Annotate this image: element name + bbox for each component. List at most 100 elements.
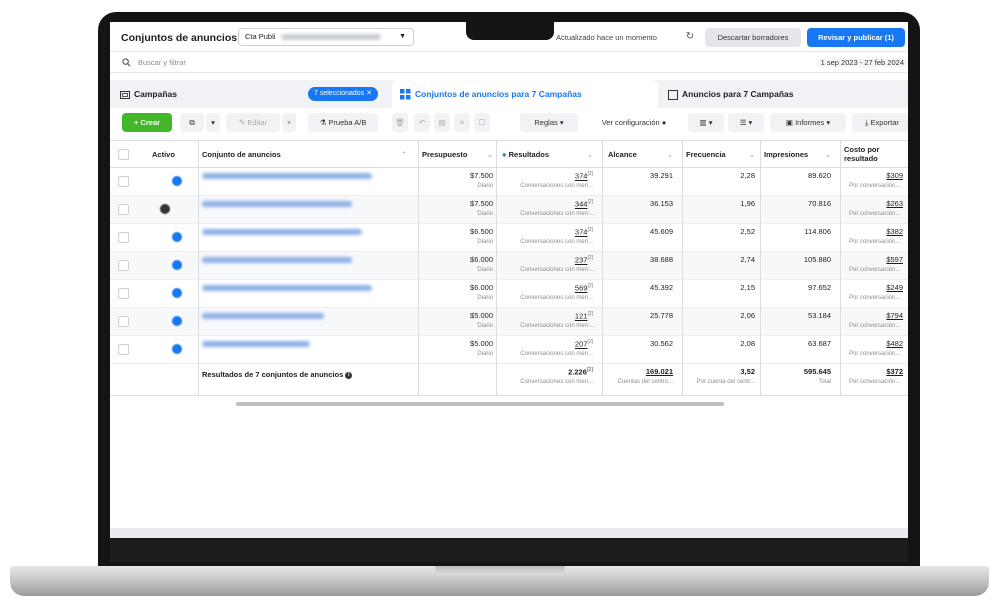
tab-adsets[interactable]: Conjuntos de anuncios para 7 Campañas xyxy=(392,80,658,108)
cost-value[interactable]: $263 xyxy=(886,199,903,208)
delete-icon[interactable]: 🗑 xyxy=(392,113,408,132)
breakdown-dropdown-icon[interactable]: ☰ ▾ xyxy=(728,113,764,132)
results-number[interactable]: 569 xyxy=(575,284,588,293)
row-checkbox[interactable] xyxy=(118,288,129,299)
tab-campaigns[interactable]: Campañas 7 seleccionados ✕ xyxy=(120,80,390,108)
status-toggle[interactable] xyxy=(158,314,184,328)
select-all-checkbox[interactable] xyxy=(118,149,129,160)
table-row[interactable]: $6.000 Diario 237[2] Conversaciones con men… xyxy=(110,252,908,280)
row-checkbox[interactable] xyxy=(118,204,129,215)
table-row[interactable]: $6.000 Diario 569[2] Conversaciones con men… xyxy=(110,280,908,308)
refresh-icon[interactable]: ↻ xyxy=(683,30,697,44)
edit-dropdown-icon[interactable]: ▾ xyxy=(282,113,296,132)
discard-drafts-button[interactable]: Descartar borradores xyxy=(705,28,801,47)
cost-value[interactable]: $482 xyxy=(886,339,903,348)
columns-dropdown-icon[interactable]: ▥ ▾ xyxy=(688,113,724,132)
table-row[interactable]: $7.500 Diario 374[2] Conversaciones con men… xyxy=(110,168,908,196)
rules-dropdown[interactable]: Reglas ▾ xyxy=(520,113,578,132)
reach-value: 36.153 xyxy=(650,199,673,208)
adset-name-redacted[interactable] xyxy=(202,285,372,291)
export-button[interactable]: ⤓ Exportar xyxy=(852,113,908,132)
toggle-knob xyxy=(172,316,182,326)
tag-icon[interactable]: ⌗ xyxy=(454,113,470,132)
search-input[interactable]: Buscar y filtrar xyxy=(138,58,186,67)
adset-name-redacted[interactable] xyxy=(202,229,362,235)
undo-icon[interactable]: ↶ xyxy=(414,113,430,132)
table-row[interactable]: $5.000 Diario 121[2] Conversaciones con men… xyxy=(110,308,908,336)
col-adset[interactable]: Conjunto de anuncios ⌃ xyxy=(202,141,412,169)
archive-icon[interactable]: ▤ xyxy=(434,113,450,132)
results-sub: Conversaciones con men... xyxy=(520,351,593,357)
col-frequency[interactable]: Frecuencia ⌄ xyxy=(686,141,760,169)
info-icon[interactable]: i xyxy=(345,371,353,379)
ab-test-button[interactable]: ⚗ Prueba A/B xyxy=(308,113,378,132)
view-config-toggle[interactable]: Ver configuración ● xyxy=(588,113,680,132)
col-budget[interactable]: Presupuesto ⌄ xyxy=(422,141,498,169)
results-number[interactable]: 207 xyxy=(575,340,588,349)
date-range-picker[interactable]: 1 sep 2023 - 27 feb 2024 xyxy=(816,58,908,67)
results-number[interactable]: 374 xyxy=(575,228,588,237)
reach-cell: 45.609 xyxy=(608,224,678,252)
toggle-knob xyxy=(160,204,170,214)
row-checkbox[interactable] xyxy=(118,232,129,243)
budget-cell: $7.500 Diario xyxy=(422,168,498,196)
row-checkbox[interactable] xyxy=(118,316,129,327)
cost-value[interactable]: $794 xyxy=(886,311,903,320)
summary-reach-value[interactable]: 169.021 xyxy=(646,367,673,376)
table-row[interactable]: $6.500 Diario 374[2] Conversaciones con men… xyxy=(110,224,908,252)
results-number[interactable]: 237 xyxy=(575,256,588,265)
cost-cell: $794 Por conversación... xyxy=(844,308,908,336)
impressions-cell: 97.652 xyxy=(764,280,836,308)
comment-icon[interactable]: ☐ xyxy=(474,113,490,132)
duplicate-icon[interactable]: ⧉ xyxy=(180,113,204,132)
reports-dropdown[interactable]: ▣ Informes ▾ xyxy=(770,113,846,132)
col-results[interactable]: ● Resultados ⌄ xyxy=(502,141,598,169)
cost-value[interactable]: $309 xyxy=(886,171,903,180)
adset-name-redacted[interactable] xyxy=(202,313,324,319)
cost-value[interactable]: $597 xyxy=(886,255,903,264)
status-toggle[interactable] xyxy=(158,342,184,356)
results-number[interactable]: 344 xyxy=(575,200,588,209)
status-toggle[interactable] xyxy=(158,202,184,216)
cost-value[interactable]: $249 xyxy=(886,283,903,292)
summary-reach-sub: Cuentas del centro... xyxy=(617,379,673,385)
row-checkbox[interactable] xyxy=(118,260,129,271)
budget-value: $5.000 xyxy=(470,339,493,348)
table-row[interactable]: $5.000 Diario 207[2] Conversaciones con men… xyxy=(110,336,908,364)
adset-name-redacted[interactable] xyxy=(202,201,352,207)
edit-button[interactable]: ✎ Editar xyxy=(226,113,280,132)
results-number[interactable]: 374 xyxy=(575,172,588,181)
toggle-knob xyxy=(172,232,182,242)
adset-name-redacted[interactable] xyxy=(202,173,372,179)
budget-period: Diario xyxy=(477,267,493,273)
cost-value[interactable]: $382 xyxy=(886,227,903,236)
col-reach[interactable]: Alcance ⌄ xyxy=(608,141,678,169)
search-bar: Buscar y filtrar 1 sep 2023 - 27 feb 202… xyxy=(110,53,908,73)
adset-name-redacted[interactable] xyxy=(202,257,352,263)
table-row[interactable]: $7.500 Diario 344[2] Conversaciones con men… xyxy=(110,196,908,224)
row-checkbox[interactable] xyxy=(118,344,129,355)
tab-ads[interactable]: Anuncios para 7 Campañas xyxy=(668,80,908,108)
horizontal-scrollbar[interactable] xyxy=(236,402,724,406)
status-toggle[interactable] xyxy=(158,230,184,244)
row-checkbox[interactable] xyxy=(118,176,129,187)
review-publish-button[interactable]: Revisar y publicar (1) xyxy=(807,28,905,47)
budget-cell: $5.000 Diario xyxy=(422,308,498,336)
col-impressions[interactable]: Impresiones ⌄ xyxy=(764,141,836,169)
status-toggle[interactable] xyxy=(158,174,184,188)
budget-period: Diario xyxy=(477,351,493,357)
selected-count-pill[interactable]: 7 seleccionados ✕ xyxy=(308,87,379,101)
col-active[interactable]: Activo xyxy=(152,141,192,169)
view-config-label: Ver configuración xyxy=(601,118,660,127)
status-toggle[interactable] xyxy=(158,258,184,272)
duplicate-dropdown-icon[interactable]: ▾ xyxy=(206,113,220,132)
frequency-cell: 2,52 xyxy=(686,224,760,252)
status-toggle[interactable] xyxy=(158,286,184,300)
summary-cost-value[interactable]: $372 xyxy=(886,367,903,376)
account-select[interactable]: Cta Publi ▼ xyxy=(238,28,414,46)
results-number[interactable]: 121 xyxy=(575,312,588,321)
adset-name-redacted[interactable] xyxy=(202,341,310,347)
create-button[interactable]: + Crear xyxy=(122,113,172,132)
col-cost-per-result[interactable]: Costo por resultado xyxy=(844,141,908,169)
budget-value: $7.500 xyxy=(470,199,493,208)
